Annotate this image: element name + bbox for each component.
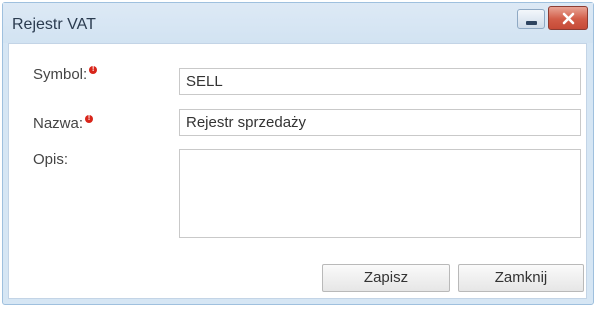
nazwa-label: Nazwa:	[33, 115, 84, 132]
minimize-icon	[526, 21, 537, 25]
close-button[interactable]: Zamknij	[458, 264, 584, 292]
nazwa-field[interactable]	[179, 109, 581, 136]
symbol-label: Symbol:	[33, 66, 88, 83]
close-icon	[562, 12, 575, 25]
title-bar[interactable]: Rejestr VAT	[3, 3, 593, 43]
minimize-button[interactable]	[517, 9, 545, 29]
dialog-body: Symbol:! Nazwa:! Opis: Zapisz Zamknij	[8, 43, 587, 299]
save-button[interactable]: Zapisz	[322, 264, 450, 292]
symbol-field[interactable]	[179, 68, 581, 95]
required-icon: !	[85, 115, 94, 123]
dialog-window: Rejestr VAT Symbol:! Nazwa:! Opis: Zapis…	[2, 2, 594, 305]
required-icon: !	[89, 66, 98, 74]
opis-field[interactable]	[179, 149, 581, 238]
symbol-label-row: Symbol:!	[33, 66, 98, 83]
opis-label: Opis:	[33, 151, 69, 168]
window-title: Rejestr VAT	[12, 16, 96, 33]
nazwa-label-row: Nazwa:!	[33, 115, 94, 132]
close-window-button[interactable]	[548, 6, 588, 30]
